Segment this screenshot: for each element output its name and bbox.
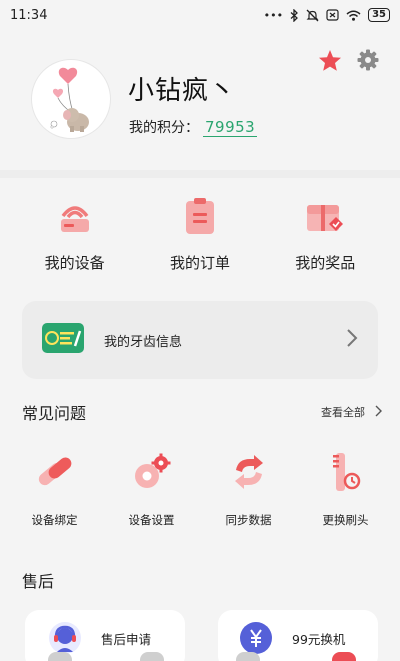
faq-item-sync-data[interactable]: 同步数据	[203, 450, 295, 528]
sync-icon	[229, 450, 269, 494]
nav-tab-peek	[48, 652, 72, 661]
quick-action-devices[interactable]: 我的设备	[20, 190, 130, 280]
points-value[interactable]: 79953	[203, 118, 258, 137]
faq-item-replace-brush-head[interactable]: 更换刷头	[300, 450, 392, 528]
nickname: 小钻疯丶	[128, 76, 237, 106]
link-icon	[35, 450, 75, 494]
dots-icon: •••	[263, 8, 284, 22]
avatar[interactable]	[31, 59, 111, 139]
bluetooth-icon	[290, 8, 299, 22]
faq-item-label: 设备设置	[128, 513, 175, 527]
status-icons: ••• 35	[264, 8, 390, 22]
elephant-balloon-avatar	[50, 67, 89, 132]
battery-icon: 35	[368, 8, 390, 22]
points-label: 我的积分：	[129, 120, 199, 136]
faq-item-label: 同步数据	[225, 513, 272, 527]
mute-icon	[306, 9, 319, 22]
faq-title: 常见问题	[22, 404, 87, 423]
star-icon[interactable]	[318, 48, 342, 72]
router-icon	[53, 194, 97, 238]
teeth-info-label: 我的牙齿信息	[104, 334, 183, 350]
faq-list: 设备绑定 设备设置 同步数据 更换刷头	[0, 450, 400, 528]
status-time: 11:34	[10, 7, 48, 23]
profile-header: 小钻疯丶 我的积分： 79953	[0, 30, 400, 170]
quick-action-orders[interactable]: 我的订单	[145, 190, 255, 280]
faq-item-label: 更换刷头	[322, 513, 369, 527]
faq-item-label: 设备绑定	[31, 513, 78, 527]
after-sales-title: 售后	[22, 572, 55, 591]
faq-view-all-label: 查看全部	[321, 406, 365, 419]
chevron-right-icon	[346, 328, 358, 352]
teeth-info-card[interactable]: 我的牙齿信息	[22, 301, 378, 379]
quick-actions: 我的设备 我的订单 我的奖品	[0, 190, 400, 280]
nav-tab-peek	[236, 652, 260, 661]
clipboard-icon	[178, 194, 222, 238]
nav-tab-peek	[140, 652, 164, 661]
quick-action-label: 我的订单	[169, 254, 230, 272]
teeth-chart-icon	[42, 323, 84, 357]
settings-gears-icon	[132, 450, 172, 494]
header-actions	[318, 48, 380, 72]
status-bar: 11:34 ••• 35	[0, 0, 400, 30]
chevron-right-icon	[375, 405, 382, 420]
points-row: 我的积分： 79953	[129, 117, 258, 137]
faq-view-all[interactable]: 查看全部	[321, 404, 382, 420]
faq-header: 常见问题 查看全部	[22, 400, 382, 424]
bottom-nav-peek	[0, 650, 400, 661]
gear-icon[interactable]	[356, 48, 380, 72]
quick-action-label: 我的奖品	[295, 254, 356, 272]
after-sales-apply-label: 售后申请	[101, 632, 152, 647]
faq-item-bind-device[interactable]: 设备绑定	[9, 450, 101, 528]
faq-item-device-settings[interactable]: 设备设置	[106, 450, 198, 528]
brush-head-icon	[326, 450, 366, 494]
wifi-icon	[346, 10, 361, 21]
nav-tab-peek	[332, 652, 356, 661]
gift-box-icon	[303, 194, 347, 238]
sim-off-icon	[326, 9, 339, 21]
quick-action-prizes[interactable]: 我的奖品	[270, 190, 380, 280]
trade-in-label: 99元换机	[292, 632, 346, 647]
section-divider	[0, 170, 400, 178]
quick-action-label: 我的设备	[44, 254, 105, 272]
